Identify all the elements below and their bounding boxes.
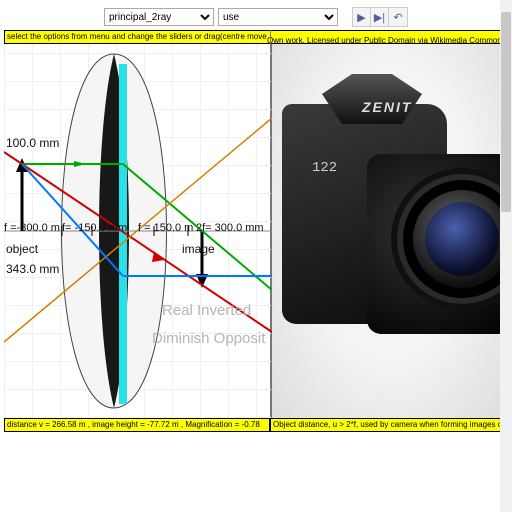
camera-brand-label: ZENIT [362, 99, 412, 115]
step-button[interactable]: ▶| [371, 8, 389, 26]
vertical-scrollbar[interactable] [500, 0, 512, 512]
play-button[interactable]: ▶ [353, 8, 371, 26]
object-text-label: object [6, 242, 38, 256]
result-bar-left: distance v = 266.58 m , image height = -… [4, 418, 270, 432]
instruction-right: Own work. Licensed under Public Domain v… [267, 36, 506, 44]
nature-line2: Diminish Opposit [152, 330, 265, 347]
scroll-thumb[interactable] [501, 12, 511, 212]
toolbar: principal_2ray use ▶ ▶| ↶ [0, 6, 512, 28]
nature-line1: Real Inverted [162, 302, 251, 319]
f-neg150-label: f= -150.0 mm [62, 222, 127, 234]
ray-diagram[interactable]: 100.0 mm f =-300.0 m f= -150.0 mm f = 15… [4, 44, 272, 418]
reset-button[interactable]: ↶ [389, 8, 407, 26]
f-pos300-label: 2f= 300.0 mm [196, 222, 264, 234]
instruction-left: select the options from menu and change … [7, 31, 267, 43]
image-text-label: image [182, 242, 215, 256]
camera-model-label: 122 [312, 160, 337, 176]
playback-controls: ▶ ▶| ↶ [352, 7, 408, 27]
object-height-label: 100.0 mm [6, 136, 59, 150]
result-bar-right: Object distance, u > 2*f, used by camera… [270, 418, 508, 432]
blank-area [0, 432, 512, 512]
f-pos150-label: f = 150.0 m [138, 222, 193, 234]
main-area: 100.0 mm f =-300.0 m f= -150.0 mm f = 15… [4, 44, 508, 418]
use-select[interactable]: use [218, 8, 338, 26]
camera-image: ZENIT 122 [272, 44, 508, 418]
f-neg300-label: f =-300.0 m [4, 222, 60, 234]
result-text-right: Object distance, u > 2*f, used by camera… [273, 420, 508, 429]
camera-lens-glass [425, 202, 499, 276]
instruction-bar: select the options from menu and change … [4, 30, 508, 44]
u-value-label: 343.0 mm [6, 262, 59, 276]
result-text-left: distance v = 266.58 m , image height = -… [7, 420, 260, 429]
mode-select[interactable]: principal_2ray [104, 8, 214, 26]
